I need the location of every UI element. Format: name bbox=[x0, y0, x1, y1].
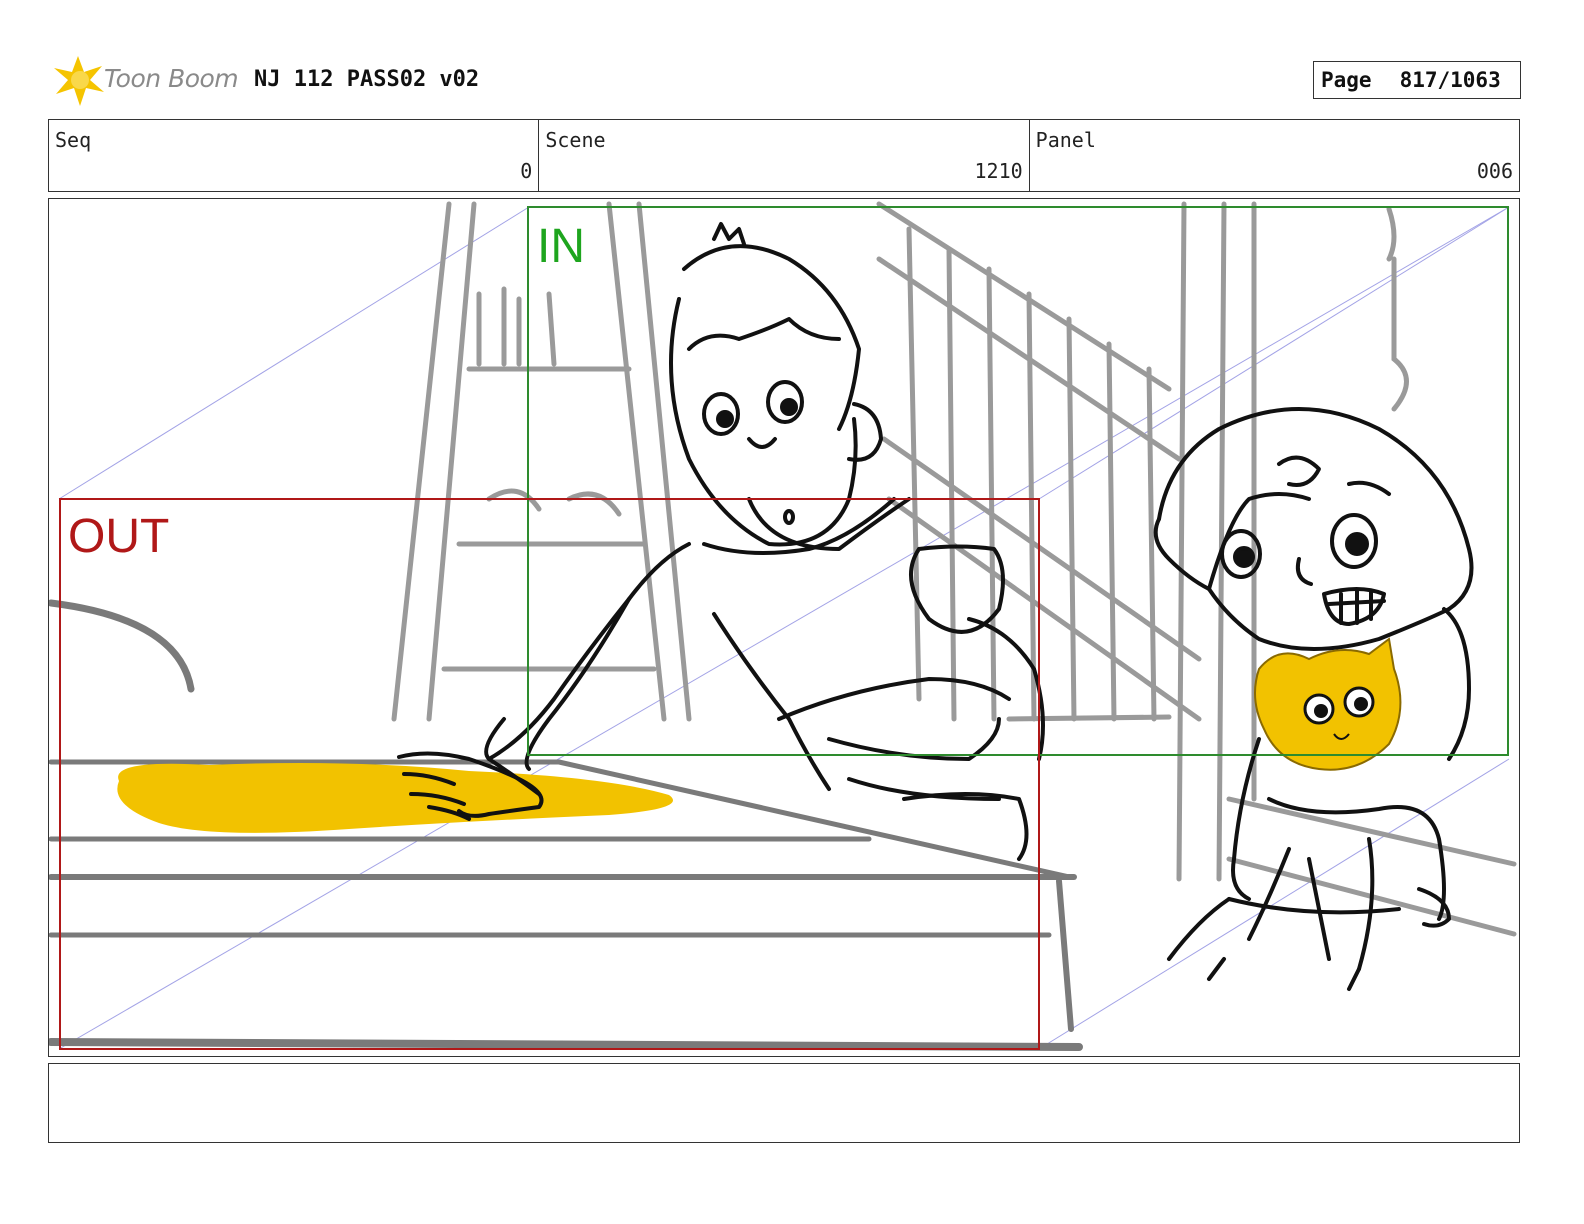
scene-cell: Scene 1210 bbox=[539, 120, 1030, 191]
cat-plush bbox=[1254, 637, 1402, 771]
scene-label: Scene bbox=[545, 128, 606, 152]
out-frame-label: OUT bbox=[68, 510, 170, 563]
seq-label: Seq bbox=[55, 128, 92, 152]
scene-value: 1210 bbox=[974, 159, 1023, 183]
logo-text: Toon Boom bbox=[104, 64, 239, 93]
perspective-guides bbox=[58, 206, 1510, 1050]
page-label: Page bbox=[1321, 68, 1372, 92]
panel-cell: Panel 006 bbox=[1030, 120, 1519, 191]
panel-value: 006 bbox=[1476, 159, 1513, 183]
in-frame-label: IN bbox=[537, 220, 585, 273]
page-number: 817/1063 bbox=[1399, 68, 1501, 92]
panel-drawing bbox=[49, 201, 1517, 1051]
logo-burst-icon bbox=[54, 56, 104, 106]
panel-notes-box bbox=[48, 1063, 1520, 1143]
shot-info-row: Seq 0 Scene 1210 Panel 006 bbox=[48, 119, 1520, 192]
document-title: NJ 112 PASS02 v02 bbox=[254, 67, 480, 92]
seq-cell: Seq 0 bbox=[49, 120, 540, 191]
page-indicator: Page 817/1063 bbox=[1313, 61, 1521, 99]
storyboard-panel: IN OUT bbox=[48, 198, 1520, 1057]
panel-label: Panel bbox=[1035, 128, 1096, 152]
yellow-spill bbox=[117, 763, 674, 833]
seq-value: 0 bbox=[520, 159, 533, 183]
background-shelves bbox=[391, 201, 1517, 937]
